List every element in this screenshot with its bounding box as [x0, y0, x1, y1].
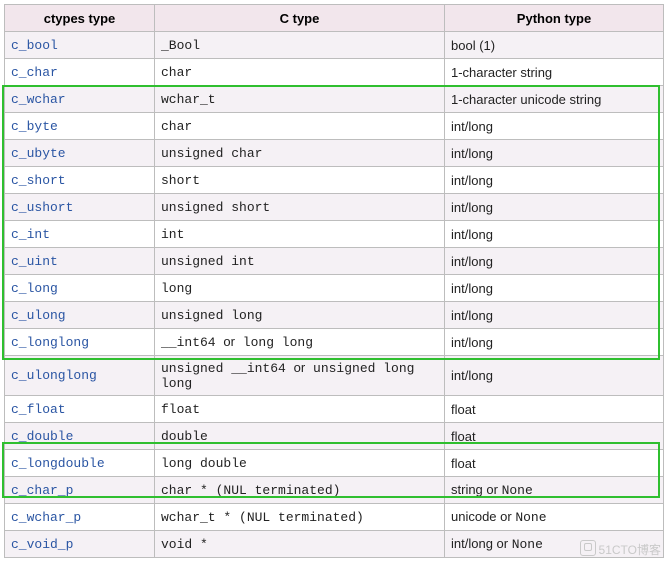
cell-ctype: _Bool	[155, 32, 445, 59]
table-row: c_longdoublelong doublefloat	[5, 450, 664, 477]
cell-ctype: long	[155, 275, 445, 302]
cell-ctypes: c_char_p	[5, 477, 155, 504]
cell-python: int/long	[445, 302, 664, 329]
header-python: Python type	[445, 5, 664, 32]
cell-ctype: unsigned __int64 or unsigned long long	[155, 356, 445, 396]
ctypes-table: ctypes type C type Python type c_bool_Bo…	[4, 4, 664, 558]
table-row: c_bytecharint/long	[5, 113, 664, 140]
cell-ctype: int	[155, 221, 445, 248]
cell-ctypes: c_wchar_p	[5, 504, 155, 531]
cell-ctype: short	[155, 167, 445, 194]
cell-python: int/long	[445, 113, 664, 140]
cell-python: int/long	[445, 356, 664, 396]
cell-python: float	[445, 396, 664, 423]
cell-ctypes: c_byte	[5, 113, 155, 140]
table-row: c_bool_Boolbool (1)	[5, 32, 664, 59]
cell-ctype: unsigned int	[155, 248, 445, 275]
cell-ctypes: c_bool	[5, 32, 155, 59]
cell-ctypes: c_long	[5, 275, 155, 302]
cell-ctype: void *	[155, 531, 445, 558]
cell-python: float	[445, 450, 664, 477]
cell-ctype: __int64 or long long	[155, 329, 445, 356]
cell-ctypes: c_wchar	[5, 86, 155, 113]
table-row: c_longlong__int64 or long longint/long	[5, 329, 664, 356]
cell-python: int/long	[445, 221, 664, 248]
cell-python: unicode or None	[445, 504, 664, 531]
table-row: c_ubyteunsigned charint/long	[5, 140, 664, 167]
table-row: c_doubledoublefloat	[5, 423, 664, 450]
cell-python: int/long	[445, 329, 664, 356]
cell-python: string or None	[445, 477, 664, 504]
cell-ctypes: c_uint	[5, 248, 155, 275]
cell-ctype: char * (NUL terminated)	[155, 477, 445, 504]
cell-python: int/long	[445, 194, 664, 221]
cell-ctype: wchar_t * (NUL terminated)	[155, 504, 445, 531]
cell-python: bool (1)	[445, 32, 664, 59]
table-row: c_wchar_pwchar_t * (NUL terminated)unico…	[5, 504, 664, 531]
table-row: c_ulonglongunsigned __int64 or unsigned …	[5, 356, 664, 396]
cell-ctypes: c_char	[5, 59, 155, 86]
cell-ctypes: c_longdouble	[5, 450, 155, 477]
cell-python: 1-character string	[445, 59, 664, 86]
cell-python: int/long	[445, 167, 664, 194]
cell-ctypes: c_float	[5, 396, 155, 423]
table-row: c_ushortunsigned shortint/long	[5, 194, 664, 221]
table-row: c_shortshortint/long	[5, 167, 664, 194]
cell-ctype: char	[155, 113, 445, 140]
cell-python: int/long	[445, 140, 664, 167]
table-row: c_char_pchar * (NUL terminated)string or…	[5, 477, 664, 504]
table-row: c_uintunsigned intint/long	[5, 248, 664, 275]
cell-ctype: unsigned short	[155, 194, 445, 221]
cell-ctypes: c_void_p	[5, 531, 155, 558]
table-row: c_floatfloatfloat	[5, 396, 664, 423]
cell-ctypes: c_double	[5, 423, 155, 450]
table-row: c_ulongunsigned longint/long	[5, 302, 664, 329]
table-row: c_wcharwchar_t1-character unicode string	[5, 86, 664, 113]
cell-ctype: unsigned long	[155, 302, 445, 329]
cell-ctypes: c_ulonglong	[5, 356, 155, 396]
table-row: c_void_pvoid *int/long or None	[5, 531, 664, 558]
cell-python: int/long or None	[445, 531, 664, 558]
cell-python: float	[445, 423, 664, 450]
cell-ctype: long double	[155, 450, 445, 477]
header-row: ctypes type C type Python type	[5, 5, 664, 32]
cell-python: int/long	[445, 275, 664, 302]
cell-ctypes: c_longlong	[5, 329, 155, 356]
table-row: c_charchar1-character string	[5, 59, 664, 86]
cell-ctypes: c_ulong	[5, 302, 155, 329]
cell-ctypes: c_short	[5, 167, 155, 194]
cell-ctypes: c_int	[5, 221, 155, 248]
cell-ctype: wchar_t	[155, 86, 445, 113]
cell-ctypes: c_ushort	[5, 194, 155, 221]
cell-python: 1-character unicode string	[445, 86, 664, 113]
cell-ctype: char	[155, 59, 445, 86]
cell-ctypes: c_ubyte	[5, 140, 155, 167]
cell-ctype: unsigned char	[155, 140, 445, 167]
cell-ctype: double	[155, 423, 445, 450]
cell-ctype: float	[155, 396, 445, 423]
header-ctypes: ctypes type	[5, 5, 155, 32]
table-row: c_intintint/long	[5, 221, 664, 248]
cell-python: int/long	[445, 248, 664, 275]
header-ctype: C type	[155, 5, 445, 32]
table-row: c_longlongint/long	[5, 275, 664, 302]
